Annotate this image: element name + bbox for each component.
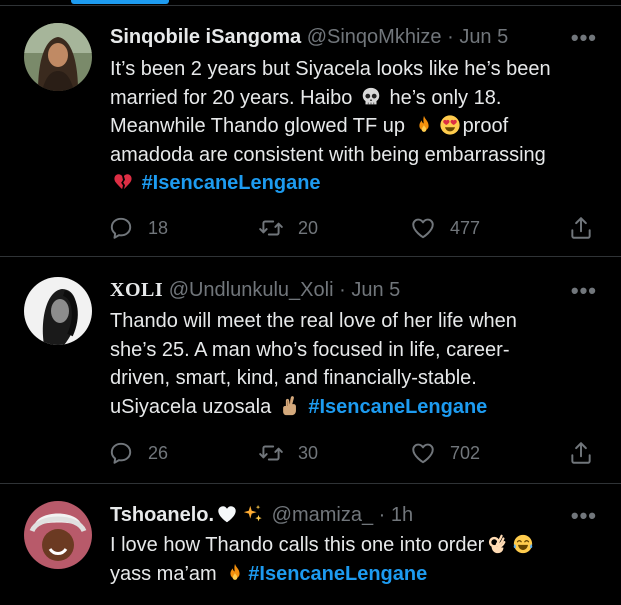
display-name[interactable]: Tshoanelo. xyxy=(110,504,266,526)
text-line: Meanwhile Thando glowed TF up proof xyxy=(110,115,509,137)
share-button[interactable] xyxy=(568,214,594,242)
tweet-header: Tshoanelo. @mamiza_ · 1h xyxy=(110,503,413,527)
text-line: she’s 25. A man who’s focused in life, c… xyxy=(110,338,510,361)
text-line: amadoda are consistent with being embarr… xyxy=(110,143,546,166)
tweet[interactable]: XOLI @Undlunkulu_Xoli · Jun 5 ••• Thando… xyxy=(0,257,621,484)
tweet-header: XOLI @Undlunkulu_Xoli · Jun 5 xyxy=(110,278,400,302)
separator-dot: · xyxy=(447,26,454,48)
text-line: #IsencaneLengane xyxy=(110,169,600,198)
avatar[interactable] xyxy=(24,277,92,345)
tears-of-joy-emoji xyxy=(514,534,533,554)
reply-button[interactable]: 18 xyxy=(108,214,168,242)
fire-emoji xyxy=(230,563,240,580)
retweet-count: 20 xyxy=(298,217,319,238)
share-icon xyxy=(568,440,594,466)
retweet-count: 30 xyxy=(298,442,319,463)
separator-dot: · xyxy=(339,279,346,301)
retweet-button[interactable]: 30 xyxy=(258,439,318,467)
skull-emoji xyxy=(362,87,380,104)
timestamp[interactable]: Jun 5 xyxy=(459,26,508,48)
hashtag-link[interactable]: #IsencaneLengane xyxy=(142,172,321,194)
tweet-actions: 18 20 477 xyxy=(108,214,598,242)
separator-dot: · xyxy=(378,504,386,526)
tweet-text: I love how Thando calls this one into or… xyxy=(110,531,600,588)
avatar[interactable] xyxy=(24,23,92,91)
more-options-icon[interactable]: ••• xyxy=(571,27,597,49)
tweet-text: Thando will meet the real love of her li… xyxy=(110,307,600,421)
tweet-header: Sinqobile iSangoma @SinqoMkhize · Jun 5 xyxy=(110,25,508,49)
display-name[interactable]: XOLI xyxy=(110,279,163,301)
text-line: uSiyacela uzosala #IsencaneLengane xyxy=(110,395,488,418)
like-count: 702 xyxy=(450,442,481,463)
text-line: married for 20 years. Haibo he’s only 18… xyxy=(110,86,502,109)
more-options-icon[interactable]: ••• xyxy=(571,505,597,527)
display-name[interactable]: Sinqobile iSangoma xyxy=(110,26,301,48)
text-line: I love how Thando calls this one into or… xyxy=(110,531,600,560)
retweet-button[interactable]: 20 xyxy=(258,214,318,242)
crossed-fingers-emoji xyxy=(282,395,296,415)
retweet-icon xyxy=(258,215,284,241)
hashtag-link[interactable]: #IsencaneLengane xyxy=(248,563,427,585)
handle[interactable]: @SinqoMkhize xyxy=(307,26,442,48)
active-tab-indicator xyxy=(71,0,169,4)
text-line: Thando will meet the real love of her li… xyxy=(110,310,517,332)
handle[interactable]: @mamiza_ xyxy=(272,504,373,526)
timestamp[interactable]: 1h xyxy=(391,504,413,526)
more-options-icon[interactable]: ••• xyxy=(571,280,597,302)
text-line: yass ma’am #IsencaneLengane xyxy=(110,562,428,585)
share-icon xyxy=(568,215,594,241)
like-count: 477 xyxy=(450,217,481,238)
reply-count: 18 xyxy=(148,217,169,238)
handle[interactable]: @Undlunkulu_Xoli xyxy=(169,279,334,301)
like-icon xyxy=(410,215,436,241)
like-icon xyxy=(410,440,436,466)
share-button[interactable] xyxy=(568,439,594,467)
ok-hand-emoji xyxy=(489,534,506,554)
text-line: driven, smart, kind, and financially-sta… xyxy=(110,367,477,389)
fire-emoji xyxy=(418,115,429,132)
tweet[interactable]: Tshoanelo. @mamiza_ · 1h ••• I love how … xyxy=(0,484,621,605)
reply-count: 26 xyxy=(148,442,169,463)
white-heart-emoji xyxy=(218,506,236,523)
hashtag-link[interactable]: #IsencaneLengane xyxy=(308,396,487,418)
tweet-text: It’s been 2 years but Siyacela looks lik… xyxy=(110,55,600,198)
tweet[interactable]: Sinqobile iSangoma @SinqoMkhize · Jun 5 … xyxy=(0,6,621,257)
timestamp[interactable]: Jun 5 xyxy=(351,279,400,301)
like-button[interactable]: 702 xyxy=(410,439,480,467)
tweet-actions: 26 30 702 xyxy=(108,439,598,467)
text-line: It’s been 2 years but Siyacela looks lik… xyxy=(110,58,551,80)
reply-icon xyxy=(108,440,134,466)
retweet-icon xyxy=(258,440,284,466)
like-button[interactable]: 477 xyxy=(410,214,480,242)
broken-heart-emoji xyxy=(114,174,132,190)
avatar[interactable] xyxy=(24,501,92,569)
sparkles-emoji xyxy=(243,504,262,522)
reply-icon xyxy=(108,215,134,241)
heart-eyes-emoji xyxy=(439,115,460,135)
reply-button[interactable]: 26 xyxy=(108,439,168,467)
